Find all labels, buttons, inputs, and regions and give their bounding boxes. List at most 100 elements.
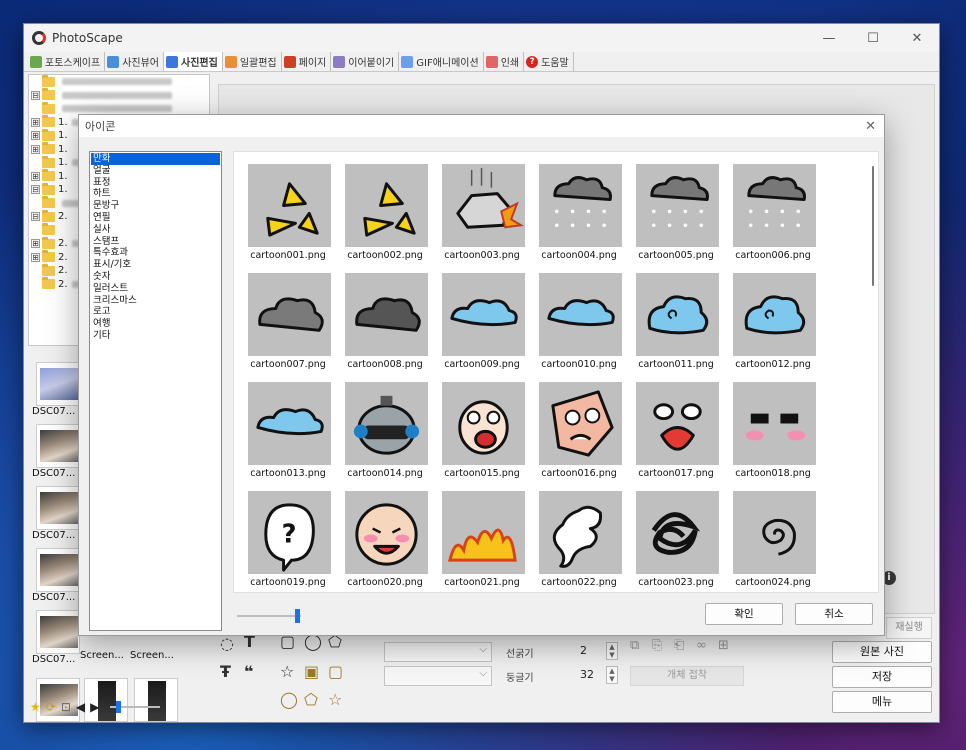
expand-icon[interactable]: ⊞ (31, 117, 40, 127)
forward-arrow-icon[interactable]: ▶ (90, 700, 99, 714)
star-tool-icon[interactable]: ☆ (280, 662, 294, 681)
attach-object-button[interactable]: 개체 접착 (630, 666, 744, 686)
dialog-close-icon[interactable]: ✕ (865, 119, 876, 134)
icon-size-slider-thumb[interactable] (295, 609, 300, 623)
icon-cell[interactable]: cartoon023.png (634, 491, 720, 591)
icon-cell[interactable]: cartoon003.png (440, 164, 526, 264)
icon-cell[interactable]: cartoon009.png (440, 273, 526, 373)
link-object-icon[interactable]: ∞ (696, 638, 707, 653)
slider-thumb[interactable] (116, 701, 122, 713)
menu-button[interactable]: 메뉴 (832, 691, 932, 713)
save-button[interactable]: 저장 (832, 666, 932, 688)
tab-batch[interactable]: 일괄편집 (223, 52, 282, 71)
category-list[interactable]: 만화 얼굴 표정 하트 문방구 연필 실사 스탬프 특수효과 표시/기호 숫자 일러스트 크리스마스 로고… (89, 151, 222, 631)
star-fill-tool-icon[interactable]: ☆ (328, 690, 342, 709)
back-arrow-icon[interactable]: ◀ (76, 700, 85, 714)
icon-cell[interactable]: cartoon015.png (440, 382, 526, 482)
expand-icon[interactable]: ⊞ (31, 131, 40, 141)
icon-cell[interactable]: cartoon006.png (731, 164, 817, 264)
collapse-icon[interactable]: ⊟ (31, 185, 40, 195)
paste-object-icon[interactable]: ⎗ (674, 638, 684, 653)
icon-cell[interactable]: cartoon020.png (343, 491, 429, 591)
object-settings-icon[interactable]: ⊞ (718, 638, 729, 653)
category-item[interactable]: 기타 (91, 330, 220, 342)
tree-folder-row[interactable]: ⊟ (29, 88, 209, 103)
icon-cell[interactable]: cartoon012.png (731, 273, 817, 373)
icon-cell[interactable]: cartoon001.png (246, 164, 332, 264)
line-style-dropdown[interactable] (384, 642, 492, 662)
rect-fill-tool-icon[interactable]: ▣ (304, 662, 319, 681)
cancel-button[interactable]: 취소 (795, 603, 873, 625)
collapse-icon[interactable]: ⊟ (31, 90, 40, 100)
icon-cell[interactable]: cartoon008.png (343, 273, 429, 373)
icon-grid-scrollbar[interactable] (866, 152, 878, 592)
maximize-button[interactable]: ☐ (851, 24, 895, 52)
icon-cell[interactable]: cartoon013.png (246, 382, 332, 482)
thumbnail[interactable] (36, 362, 80, 406)
expand-icon[interactable]: ⊞ (31, 239, 40, 249)
thumbnail-size-slider[interactable] (110, 701, 161, 713)
tab-print[interactable]: 인쇄 (484, 52, 525, 71)
scrollbar-thumb[interactable] (872, 166, 874, 286)
minimize-button[interactable]: — (807, 24, 851, 52)
ok-button[interactable]: 확인 (705, 603, 783, 625)
expand-icon[interactable]: ⊞ (31, 144, 40, 154)
close-button[interactable]: ✕ (895, 24, 939, 52)
circle-fill-tool-icon[interactable]: ◯ (280, 690, 298, 709)
icon-cell[interactable]: cartoon005.png (634, 164, 720, 264)
icon-cell[interactable]: cartoon004.png (537, 164, 623, 264)
category-item[interactable]: 만화 (91, 153, 220, 165)
thumbnail[interactable] (36, 548, 80, 592)
icon-cell[interactable]: cartoon017.png (634, 382, 720, 482)
rerun-button[interactable]: 재실행 (886, 617, 932, 639)
icon-cell[interactable]: cartoon014.png (343, 382, 429, 482)
rounding-stepper[interactable]: ▲ ▼ (606, 666, 618, 684)
icon-cell[interactable]: cartoon024.png (731, 491, 817, 591)
category-item[interactable]: 숫자 (91, 271, 220, 283)
quote-tool-icon[interactable]: ❝ (244, 662, 253, 681)
category-item[interactable]: 일러스트 (91, 283, 220, 295)
icon-cell[interactable]: cartoon007.png (246, 273, 332, 373)
collapse-icon[interactable]: ⊟ (31, 212, 40, 222)
line-width-value[interactable]: 2 (580, 644, 587, 657)
icon-cell[interactable]: cartoon002.png (343, 164, 429, 264)
star-icon[interactable]: ★ (30, 700, 41, 714)
category-item[interactable]: 여행 (91, 318, 220, 330)
category-item[interactable]: 얼굴 (91, 165, 220, 177)
category-item[interactable]: 크리스마스 (91, 295, 220, 307)
round-fill-tool-icon[interactable]: ▢ (328, 662, 343, 681)
category-item[interactable]: 로고 (91, 306, 220, 318)
thumbnail[interactable] (36, 610, 80, 654)
icon-cell[interactable]: cartoon022.png (537, 491, 623, 591)
line-color-dropdown[interactable] (384, 666, 492, 686)
category-item[interactable]: 스탬프 (91, 236, 220, 248)
copy-object-icon[interactable]: ⎘ (652, 638, 662, 653)
tab-combine[interactable]: 이어붙이기 (331, 52, 400, 71)
expand-icon[interactable]: ⊞ (31, 252, 40, 262)
line-width-stepper[interactable]: ▲ ▼ (606, 642, 618, 660)
icon-cell[interactable]: cartoon016.png (537, 382, 623, 482)
icon-size-slider[interactable] (237, 609, 301, 623)
category-item[interactable]: 표정 (91, 177, 220, 189)
category-item[interactable]: 특수효과 (91, 247, 220, 259)
category-item[interactable]: 문방구 (91, 200, 220, 212)
tab-editor[interactable]: 사진편집 (164, 52, 223, 71)
icon-cell[interactable]: cartoon018.png (731, 382, 817, 482)
icon-cell[interactable]: cartoon010.png (537, 273, 623, 373)
category-item[interactable]: 연필 (91, 212, 220, 224)
thumbnail[interactable] (36, 486, 80, 530)
tab-help[interactable]: ? 도움말 (524, 52, 574, 71)
speech-bubble-tool-icon[interactable]: ◌ (220, 634, 234, 653)
category-item[interactable]: 하트 (91, 188, 220, 200)
thumbnail[interactable] (36, 424, 80, 468)
icon-cell[interactable]: cartoon011.png (634, 273, 720, 373)
category-item[interactable]: 표시/기호 (91, 259, 220, 271)
tree-folder-row[interactable] (29, 75, 209, 89)
icon-cell[interactable]: cartoon021.png (440, 491, 526, 591)
expand-icon[interactable]: ⊞ (31, 171, 40, 181)
group-icon[interactable]: ⧉ (630, 638, 639, 653)
view-icon[interactable]: ⊡ (61, 700, 71, 714)
category-item[interactable]: 실사 (91, 224, 220, 236)
tab-page[interactable]: 페이지 (282, 52, 332, 71)
refresh-icon[interactable]: ⟳ (46, 700, 56, 714)
